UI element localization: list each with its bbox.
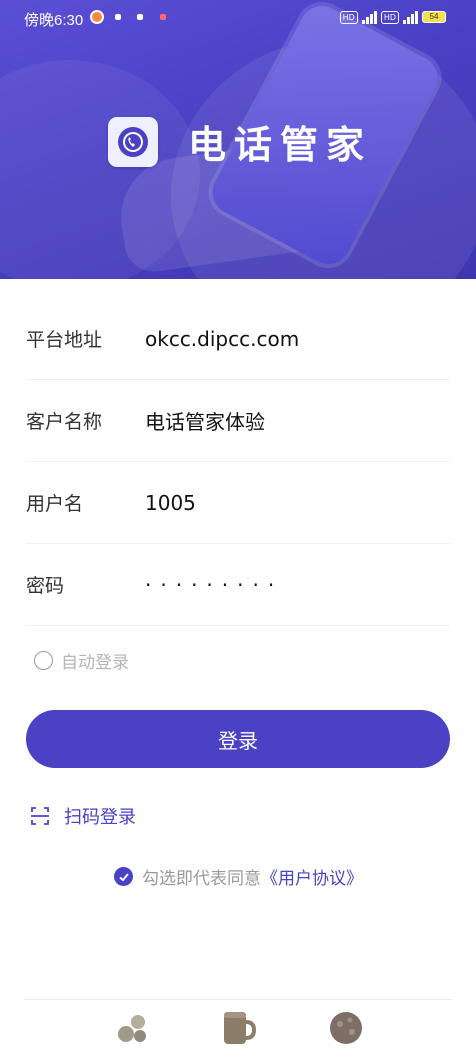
divider (24, 999, 452, 1000)
agreement: 勾选即代表同意 《用户协议》 (114, 864, 363, 889)
app-title: 电话管家 (188, 123, 373, 167)
username-field[interactable]: 用户名 1005 (26, 462, 450, 544)
platform-address-input[interactable]: okcc.dipcc.com (145, 327, 299, 351)
customer-name-field[interactable]: 客户名称 电话管家体验 (26, 380, 450, 462)
hd-icon: HD (339, 10, 358, 24)
auto-login-label: 自动登录 (61, 653, 129, 673)
field-label: 密码 (26, 575, 65, 597)
auto-login-radio[interactable] (34, 651, 53, 670)
notification-icon (160, 14, 166, 20)
field-label: 平台地址 (26, 329, 103, 351)
agreement-text: 勾选即代表同意 (142, 869, 261, 889)
signal-icon (403, 10, 418, 24)
customer-name-input[interactable]: 电话管家体验 (145, 406, 265, 435)
mug-sticker-icon (224, 1012, 257, 1044)
scan-login-link[interactable]: 扫码登录 (30, 803, 136, 829)
login-form: 平台地址 okcc.dipcc.com 客户名称 电话管家体验 用户名 1005… (26, 298, 450, 626)
login-button[interactable]: 登录 (26, 710, 450, 768)
field-label: 客户名称 (26, 411, 103, 433)
field-label: 用户名 (26, 493, 84, 515)
scan-login-label: 扫码登录 (64, 807, 136, 828)
auto-login-option[interactable]: 自动登录 (26, 648, 129, 673)
check-icon (118, 872, 129, 881)
header-banner: 傍晚6:30 HD HD 54 电话管家 (0, 0, 476, 279)
alarm-icon (90, 10, 104, 24)
bottom-decoration (0, 1008, 476, 1057)
status-indicators: HD HD 54 (339, 10, 446, 24)
battery-icon: 54 (422, 11, 446, 23)
app-logo: 电话管家 (108, 114, 372, 169)
notification-icon (115, 14, 121, 20)
scan-icon (31, 807, 49, 825)
hd-icon: HD (380, 10, 399, 24)
paw-sticker-icon (118, 1015, 146, 1042)
password-input[interactable]: ········· (145, 573, 283, 597)
agreement-checkbox[interactable] (114, 867, 133, 886)
status-bar: 傍晚6:30 HD HD 54 (0, 0, 476, 36)
username-input[interactable]: 1005 (145, 491, 196, 515)
user-agreement-link[interactable]: 《用户协议》 (261, 864, 363, 889)
password-field[interactable]: 密码 ········· (26, 544, 450, 626)
status-time: 傍晚6:30 (24, 12, 84, 29)
platform-address-field[interactable]: 平台地址 okcc.dipcc.com (26, 298, 450, 380)
notification-icon (137, 14, 143, 20)
signal-icon (361, 10, 377, 24)
cookie-sticker-icon (330, 1012, 362, 1044)
phone-app-icon (108, 116, 158, 167)
